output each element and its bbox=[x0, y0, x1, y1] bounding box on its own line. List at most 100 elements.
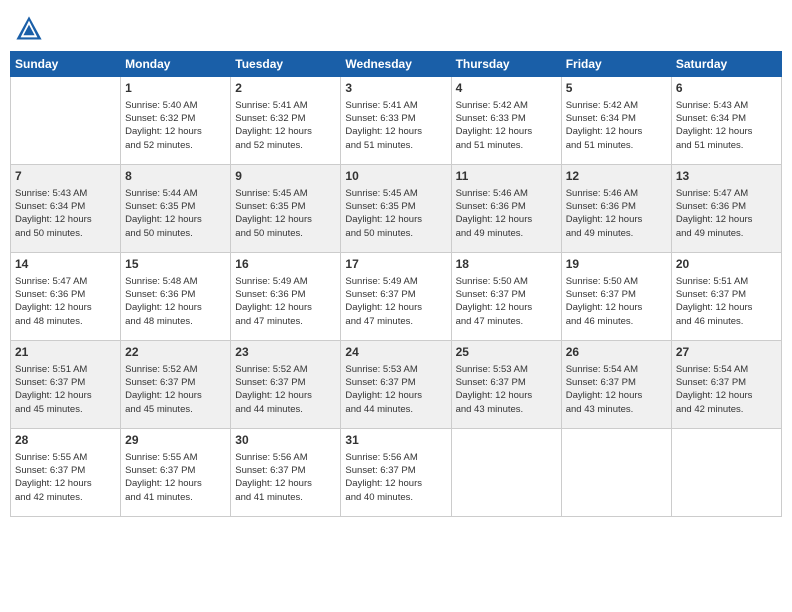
day-cell: 29 Sunrise: 5:55 AM Sunset: 6:37 PM Dayli… bbox=[121, 429, 231, 517]
day-info: Sunrise: 5:45 AM Sunset: 6:35 PM Dayligh… bbox=[235, 187, 336, 240]
day-cell: 25 Sunrise: 5:53 AM Sunset: 6:37 PM Dayli… bbox=[451, 341, 561, 429]
day-number: 11 bbox=[456, 168, 557, 185]
day-info: Sunrise: 5:54 AM Sunset: 6:37 PM Dayligh… bbox=[566, 363, 667, 416]
week-row-4: 21 Sunrise: 5:51 AM Sunset: 6:37 PM Dayli… bbox=[11, 341, 782, 429]
day-info: Sunrise: 5:47 AM Sunset: 6:36 PM Dayligh… bbox=[676, 187, 777, 240]
day-cell: 6Sunrise: 5:43 AM Sunset: 6:34 PM Daylig… bbox=[671, 77, 781, 165]
day-cell bbox=[451, 429, 561, 517]
day-info: Sunrise: 5:53 AM Sunset: 6:37 PM Dayligh… bbox=[345, 363, 446, 416]
day-number: 22 bbox=[125, 344, 226, 361]
day-cell bbox=[561, 429, 671, 517]
day-number: 27 bbox=[676, 344, 777, 361]
day-number: 15 bbox=[125, 256, 226, 273]
day-cell: 1Sunrise: 5:40 AM Sunset: 6:32 PM Daylig… bbox=[121, 77, 231, 165]
day-cell: 14 Sunrise: 5:47 AM Sunset: 6:36 PM Dayli… bbox=[11, 253, 121, 341]
column-header-sunday: Sunday bbox=[11, 52, 121, 77]
day-cell: 5 Sunrise: 5:42 AM Sunset: 6:34 PM Daylig… bbox=[561, 77, 671, 165]
day-info: Sunrise: 5:53 AM Sunset: 6:37 PM Dayligh… bbox=[456, 363, 557, 416]
day-info: Sunrise: 5:51 AM Sunset: 6:37 PM Dayligh… bbox=[15, 363, 116, 416]
calendar-table: SundayMondayTuesdayWednesdayThursdayFrid… bbox=[10, 51, 782, 517]
day-number: 18 bbox=[456, 256, 557, 273]
day-number: 17 bbox=[345, 256, 446, 273]
day-info: Sunrise: 5:49 AM Sunset: 6:36 PM Dayligh… bbox=[235, 275, 336, 328]
column-header-friday: Friday bbox=[561, 52, 671, 77]
calendar-body: 1Sunrise: 5:40 AM Sunset: 6:32 PM Daylig… bbox=[11, 77, 782, 517]
column-header-saturday: Saturday bbox=[671, 52, 781, 77]
day-cell: 30Sunrise: 5:56 AM Sunset: 6:37 PM Dayli… bbox=[231, 429, 341, 517]
week-row-3: 14 Sunrise: 5:47 AM Sunset: 6:36 PM Dayli… bbox=[11, 253, 782, 341]
day-number: 10 bbox=[345, 168, 446, 185]
day-info: Sunrise: 5:49 AM Sunset: 6:37 PM Dayligh… bbox=[345, 275, 446, 328]
day-number: 9 bbox=[235, 168, 336, 185]
day-cell: 23Sunrise: 5:52 AM Sunset: 6:37 PM Dayli… bbox=[231, 341, 341, 429]
column-header-tuesday: Tuesday bbox=[231, 52, 341, 77]
week-row-1: 1Sunrise: 5:40 AM Sunset: 6:32 PM Daylig… bbox=[11, 77, 782, 165]
day-number: 24 bbox=[345, 344, 446, 361]
day-number: 21 bbox=[15, 344, 116, 361]
day-number: 28 bbox=[15, 432, 116, 449]
day-cell: 8 Sunrise: 5:44 AM Sunset: 6:35 PM Daylig… bbox=[121, 165, 231, 253]
day-number: 12 bbox=[566, 168, 667, 185]
day-cell: 19 Sunrise: 5:50 AM Sunset: 6:37 PM Dayli… bbox=[561, 253, 671, 341]
day-info: Sunrise: 5:46 AM Sunset: 6:36 PM Dayligh… bbox=[566, 187, 667, 240]
day-info: Sunrise: 5:41 AM Sunset: 6:33 PM Dayligh… bbox=[345, 99, 446, 152]
day-cell bbox=[671, 429, 781, 517]
day-info: Sunrise: 5:40 AM Sunset: 6:32 PM Dayligh… bbox=[125, 99, 226, 152]
day-info: Sunrise: 5:46 AM Sunset: 6:36 PM Dayligh… bbox=[456, 187, 557, 240]
day-number: 4 bbox=[456, 80, 557, 97]
day-cell: 16Sunrise: 5:49 AM Sunset: 6:36 PM Dayli… bbox=[231, 253, 341, 341]
day-cell: 28Sunrise: 5:55 AM Sunset: 6:37 PM Dayli… bbox=[11, 429, 121, 517]
day-info: Sunrise: 5:56 AM Sunset: 6:37 PM Dayligh… bbox=[345, 451, 446, 504]
day-number: 8 bbox=[125, 168, 226, 185]
day-number: 23 bbox=[235, 344, 336, 361]
day-number: 20 bbox=[676, 256, 777, 273]
day-number: 25 bbox=[456, 344, 557, 361]
day-info: Sunrise: 5:42 AM Sunset: 6:33 PM Dayligh… bbox=[456, 99, 557, 152]
day-number: 19 bbox=[566, 256, 667, 273]
day-cell: 9 Sunrise: 5:45 AM Sunset: 6:35 PM Daylig… bbox=[231, 165, 341, 253]
day-info: Sunrise: 5:54 AM Sunset: 6:37 PM Dayligh… bbox=[676, 363, 777, 416]
day-number: 7 bbox=[15, 168, 116, 185]
day-number: 14 bbox=[15, 256, 116, 273]
day-cell: 21 Sunrise: 5:51 AM Sunset: 6:37 PM Dayli… bbox=[11, 341, 121, 429]
day-cell: 13 Sunrise: 5:47 AM Sunset: 6:36 PM Dayli… bbox=[671, 165, 781, 253]
day-info: Sunrise: 5:43 AM Sunset: 6:34 PM Dayligh… bbox=[676, 99, 777, 152]
day-cell: 26 Sunrise: 5:54 AM Sunset: 6:37 PM Dayli… bbox=[561, 341, 671, 429]
day-cell: 2 Sunrise: 5:41 AM Sunset: 6:32 PM Daylig… bbox=[231, 77, 341, 165]
day-cell: 12 Sunrise: 5:46 AM Sunset: 6:36 PM Dayli… bbox=[561, 165, 671, 253]
day-info: Sunrise: 5:48 AM Sunset: 6:36 PM Dayligh… bbox=[125, 275, 226, 328]
day-cell: 24 Sunrise: 5:53 AM Sunset: 6:37 PM Dayli… bbox=[341, 341, 451, 429]
day-info: Sunrise: 5:45 AM Sunset: 6:35 PM Dayligh… bbox=[345, 187, 446, 240]
day-info: Sunrise: 5:43 AM Sunset: 6:34 PM Dayligh… bbox=[15, 187, 116, 240]
logo-icon bbox=[15, 15, 43, 43]
day-number: 5 bbox=[566, 80, 667, 97]
week-row-2: 7 Sunrise: 5:43 AM Sunset: 6:34 PM Daylig… bbox=[11, 165, 782, 253]
day-cell: 27 Sunrise: 5:54 AM Sunset: 6:37 PM Dayli… bbox=[671, 341, 781, 429]
day-number: 31 bbox=[345, 432, 446, 449]
day-number: 2 bbox=[235, 80, 336, 97]
week-row-5: 28 Sunrise: 5:55 AM Sunset: 6:37 PM Dayli… bbox=[11, 429, 782, 517]
day-cell: 18Sunrise: 5:50 AM Sunset: 6:37 PM Dayli… bbox=[451, 253, 561, 341]
logo bbox=[15, 15, 45, 43]
day-number: 3 bbox=[345, 80, 446, 97]
page-header bbox=[10, 10, 782, 43]
day-info: Sunrise: 5:51 AM Sunset: 6:37 PM Dayligh… bbox=[676, 275, 777, 328]
day-cell: 4 Sunrise: 5:42 AM Sunset: 6:33 PM Daylig… bbox=[451, 77, 561, 165]
day-cell: 7 Sunrise: 5:43 AM Sunset: 6:34 PM Daylig… bbox=[11, 165, 121, 253]
day-info: Sunrise: 5:47 AM Sunset: 6:36 PM Dayligh… bbox=[15, 275, 116, 328]
day-number: 26 bbox=[566, 344, 667, 361]
day-number: 13 bbox=[676, 168, 777, 185]
day-cell: 3 Sunrise: 5:41 AM Sunset: 6:33 PM Daylig… bbox=[341, 77, 451, 165]
day-cell: 10 Sunrise: 5:45 AM Sunset: 6:35 PM Dayli… bbox=[341, 165, 451, 253]
day-cell: 17 Sunrise: 5:49 AM Sunset: 6:37 PM Dayli… bbox=[341, 253, 451, 341]
day-cell bbox=[11, 77, 121, 165]
day-info: Sunrise: 5:50 AM Sunset: 6:37 PM Dayligh… bbox=[566, 275, 667, 328]
day-info: Sunrise: 5:41 AM Sunset: 6:32 PM Dayligh… bbox=[235, 99, 336, 152]
day-cell: 20 Sunrise: 5:51 AM Sunset: 6:37 PM Dayli… bbox=[671, 253, 781, 341]
day-info: Sunrise: 5:42 AM Sunset: 6:34 PM Dayligh… bbox=[566, 99, 667, 152]
day-info: Sunrise: 5:55 AM Sunset: 6:37 PM Dayligh… bbox=[125, 451, 226, 504]
calendar-header: SundayMondayTuesdayWednesdayThursdayFrid… bbox=[11, 52, 782, 77]
day-cell: 15 Sunrise: 5:48 AM Sunset: 6:36 PM Dayli… bbox=[121, 253, 231, 341]
day-info: Sunrise: 5:44 AM Sunset: 6:35 PM Dayligh… bbox=[125, 187, 226, 240]
day-number: 29 bbox=[125, 432, 226, 449]
